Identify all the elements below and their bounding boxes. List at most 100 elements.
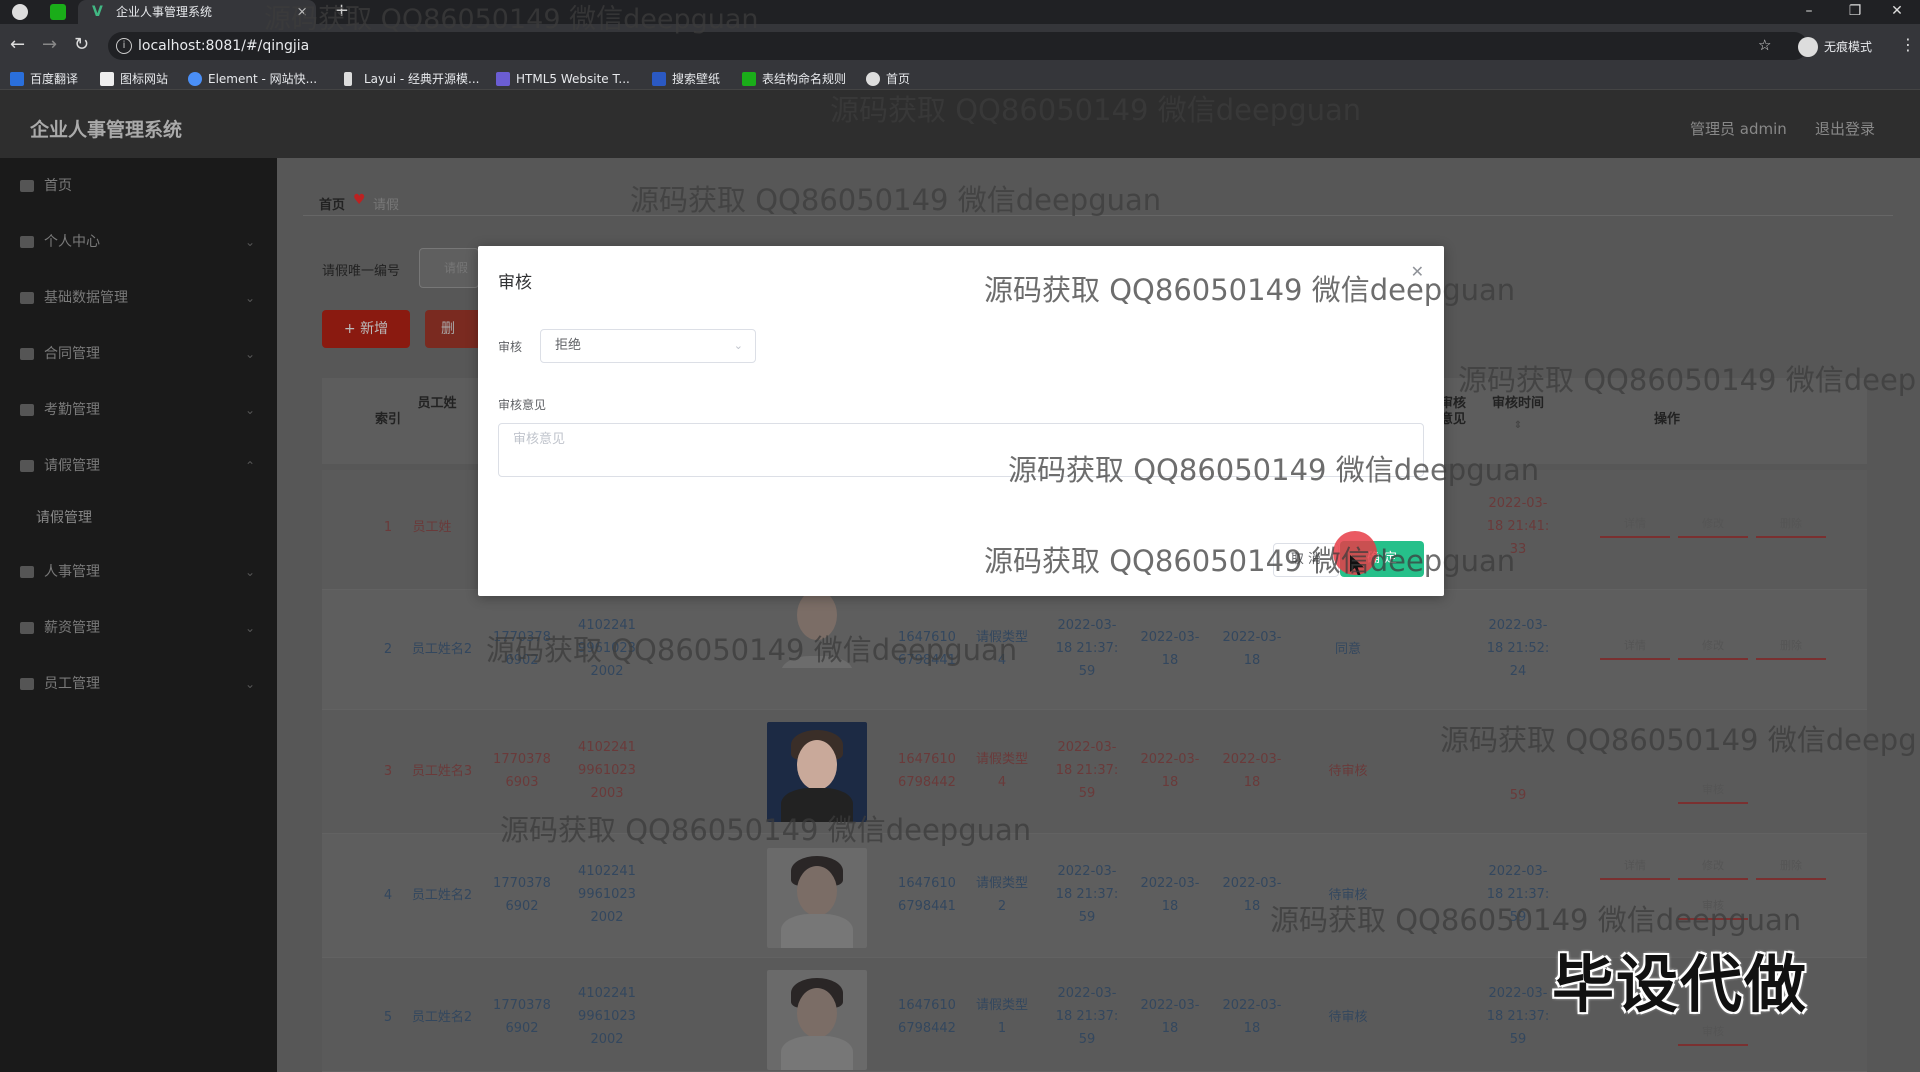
watermark: 源码获取 QQ86050149 微信deepguan	[1270, 903, 1802, 937]
cell-idcard: 4102241 9961023 2003	[578, 740, 636, 801]
vue-icon: V	[92, 4, 103, 20]
sidebar: 首页 个人中心 ⌄ 基础数据管理 ⌄ 合同管理 ⌄ 考勤管理 ⌄ 请假管理 ⌃ 请假管理 …	[0, 158, 277, 1072]
breadcrumb-home[interactable]: 首页	[319, 194, 345, 213]
detail-button[interactable]: 详情	[1600, 856, 1670, 880]
cell-name: 员工姓名2	[411, 888, 473, 903]
cell-idcard: 4102241 9961023 2002	[578, 986, 636, 1047]
message-icon	[20, 678, 34, 690]
chevron-down-icon: ⌄	[244, 403, 255, 417]
sidebar-item-home[interactable]: 首页	[0, 166, 277, 206]
sidebar-item-contract[interactable]: 合同管理 ⌄	[0, 334, 277, 374]
bookmark-item[interactable]: 图标网站	[100, 71, 168, 87]
delete-row-button[interactable]: 删除	[1756, 856, 1826, 880]
watermark: 源码获取 QQ86050149 微信deepguan	[984, 544, 1516, 578]
url-field[interactable]: i localhost:8081/#/qingjia	[108, 32, 1808, 60]
cell-audit-time: 2022-03- 18 21:52: 24	[1486, 618, 1550, 679]
delete-row-button[interactable]: 删除	[1756, 636, 1826, 660]
star-icon[interactable]: ☆	[1758, 34, 1771, 56]
cell-start-date: 2022-03- 18	[1140, 876, 1200, 914]
cell-apply-time: 2022-03- 18 21:37: 59	[1055, 740, 1119, 801]
watermark: 源码获取 QQ86050149 微信deepguan	[1008, 453, 1540, 487]
restore-icon[interactable]: ❐	[1832, 0, 1878, 24]
detail-button[interactable]: 详情	[1600, 636, 1670, 660]
bookmark-item[interactable]: 表结构命名规则	[742, 71, 846, 87]
audit-button[interactable]: 审核	[1678, 1022, 1748, 1046]
audit-select[interactable]: 拒绝 ⌄	[540, 329, 756, 363]
chevron-down-icon: ⌄	[244, 565, 255, 579]
flag-icon	[100, 72, 114, 86]
sidebar-item-personal[interactable]: 个人中心 ⌄	[0, 222, 277, 262]
incognito-label[interactable]: 无痕模式	[1824, 37, 1872, 57]
sidebar-item-salary[interactable]: 薪资管理 ⌄	[0, 608, 277, 648]
bookmark-item[interactable]: 百度翻译	[10, 71, 78, 87]
watermark: 源码获取 QQ86050149 微信deepguan	[500, 813, 1032, 847]
wallpaper-icon	[652, 72, 666, 86]
clipboard-icon	[20, 348, 34, 360]
menu-icon[interactable]: ⋮	[1900, 34, 1916, 56]
home-icon	[20, 180, 34, 192]
edit-button[interactable]: 修改	[1678, 856, 1748, 880]
bookmark-item[interactable]: Element - 网站快...	[188, 71, 317, 87]
delete-button[interactable]: 删	[425, 310, 485, 348]
user-icon	[20, 236, 34, 248]
cell-end-date: 2022-03- 18	[1222, 752, 1282, 790]
column-name: 员工姓	[417, 396, 457, 411]
back-icon[interactable]: ←	[10, 34, 25, 56]
minimize-icon[interactable]: –	[1786, 0, 1832, 24]
detail-button[interactable]: 详情	[1600, 514, 1670, 538]
status-badge: 待审核	[1328, 764, 1368, 779]
employee-photo	[767, 970, 867, 1070]
tab-title: 企业人事管理系统	[116, 5, 213, 19]
forward-icon[interactable]: →	[42, 34, 57, 56]
bookmark-item[interactable]: 首页	[866, 71, 910, 87]
reload-icon[interactable]: ↻	[74, 34, 89, 56]
heart-icon: ♥	[353, 192, 366, 208]
chevron-down-icon: ⌄	[244, 677, 255, 691]
cell-start-date: 2022-03- 18	[1140, 630, 1200, 668]
cell-start-date: 2022-03- 18	[1140, 998, 1200, 1036]
delete-row-button[interactable]: 删除	[1756, 514, 1826, 538]
bookmark-item[interactable]: HTML5 Website T...	[496, 71, 630, 87]
column-index: 索引	[374, 412, 401, 427]
edit-button[interactable]: 修改	[1678, 636, 1748, 660]
search-input[interactable]: 请假	[419, 248, 479, 288]
employee-photo	[767, 848, 867, 948]
sort-icon[interactable]: ⇕	[1468, 418, 1568, 434]
element-icon	[188, 72, 202, 86]
employee-photo	[767, 722, 867, 822]
cell-idcard: 4102241 9961023 2002	[578, 864, 636, 925]
bookmark-item[interactable]: 搜索壁纸	[652, 71, 720, 87]
sidebar-item-basic-data[interactable]: 基础数据管理 ⌄	[0, 278, 277, 318]
chevron-down-icon: ⌄	[244, 235, 255, 249]
column-actions: 操作	[1653, 412, 1680, 427]
audit-button[interactable]: 审核	[1678, 780, 1748, 804]
close-window-icon[interactable]: ✕	[1874, 0, 1920, 24]
crop-icon	[20, 404, 34, 416]
dialog-title: 审核	[498, 273, 532, 293]
sidebar-item-hr[interactable]: 人事管理 ⌄	[0, 552, 277, 592]
watermark: 源码获取 QQ86050149 微信deep	[1458, 363, 1917, 397]
sidebar-subitem-leave[interactable]: 请假管理	[0, 498, 277, 538]
watermark-big: 毕设代做	[1552, 948, 1809, 1021]
chevron-down-icon: ⌄	[244, 291, 255, 305]
app-icon[interactable]	[50, 4, 66, 20]
sidebar-item-attendance[interactable]: 考勤管理 ⌄	[0, 390, 277, 430]
breadcrumb-current: 请假	[373, 198, 400, 213]
bookmark-item[interactable]: Layui - 经典开源模...	[344, 71, 479, 87]
cell-audit-time: 59	[1509, 788, 1527, 803]
cell-apply-time: 2022-03- 18 21:37: 59	[1055, 618, 1119, 679]
incognito-icon	[1798, 37, 1818, 57]
sidebar-item-employee[interactable]: 员工管理 ⌄	[0, 664, 277, 704]
document-icon	[20, 460, 34, 472]
cell-name: 员工姓名3	[411, 764, 473, 779]
sidebar-item-leave[interactable]: 请假管理 ⌃	[0, 446, 277, 486]
add-button[interactable]: + 新增	[322, 310, 410, 348]
url-text: localhost:8081/#/qingjia	[138, 38, 310, 54]
audit-label: 审核	[498, 340, 523, 354]
chevron-down-icon: ⌄	[244, 347, 255, 361]
info-icon[interactable]: i	[116, 38, 132, 54]
audit-select-value: 拒绝	[555, 338, 582, 353]
logout-link[interactable]: 退出登录	[1815, 118, 1875, 139]
edit-button[interactable]: 修改	[1678, 514, 1748, 538]
user-icon	[20, 292, 34, 304]
